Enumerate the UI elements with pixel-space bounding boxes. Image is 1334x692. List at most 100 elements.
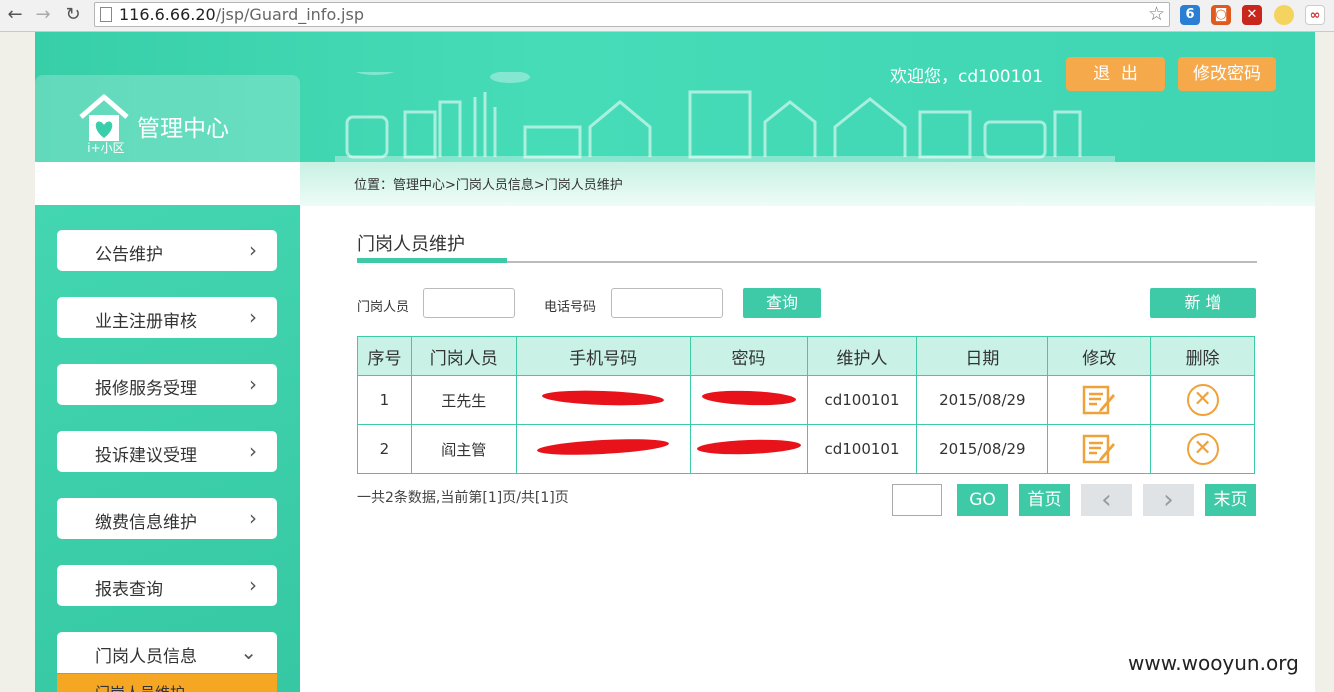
extension-icon-yellow[interactable] [1274,5,1294,25]
sidebar-item-label: 报表查询 [95,580,163,600]
address-bar[interactable]: 116.6.66.20/jsp/Guard_info.jsp ☆ [94,2,1170,27]
cell-phone-redacted [515,375,691,425]
redaction-mark [536,436,670,458]
logo-panel: i+小区 管理中心 欢迎进入海骏达·蜀都一号管理中心 [35,75,300,205]
cell-edit [1047,424,1152,474]
watermark-text: www.wooyun.org [1128,651,1299,675]
column-header-date: 日期 [916,336,1049,376]
cell-guard-name: 阎主管 [410,424,517,474]
cell-password-redacted [689,424,808,474]
welcome-user-text: 欢迎您，cd100101 [890,67,1044,87]
next-page-button[interactable]: › [1143,484,1194,516]
cell-delete: ✕ [1150,424,1255,474]
guard-field-label: 门岗人员 [357,300,410,315]
delete-icon[interactable]: ✕ [1186,433,1219,465]
column-header-phone: 手机号码 [515,336,691,376]
sidebar-item-complaints[interactable]: 投诉建议受理 › [57,431,277,472]
cell-maintainer: cd100101 [806,375,918,425]
url-host: 116.6.66.20 [119,5,216,24]
column-header-delete: 删除 [1150,336,1255,376]
extension-icon-orange[interactable]: ◙ [1211,5,1231,25]
phone-field-label: 电话号码 [544,300,597,315]
sidebar-subitem-guard-maintenance[interactable]: 门岗人员维护 [57,674,277,692]
sidebar-item-owner-review[interactable]: 业主注册审核 › [57,297,277,338]
cell-date: 2015/08/29 [916,424,1049,474]
table-row: 1 王先生 cd100101 2015/08/29 ✕ [357,375,1255,425]
breadcrumb: 位置：管理中心>门岗人员信息>门岗人员维护 [354,178,623,193]
forward-icon[interactable]: → [32,4,54,26]
cell-delete: ✕ [1150,375,1255,425]
sidebar-item-label: 业主注册审核 [95,312,197,332]
sidebar: 公告维护 › 业主注册审核 › 报修服务受理 › 投诉建议受理 › 缴费信息维护… [35,205,300,692]
cell-edit [1047,375,1152,425]
column-header-index: 序号 [357,336,412,376]
cell-date: 2015/08/29 [916,375,1049,425]
sidebar-item-label: 缴费信息维护 [95,513,197,533]
redaction-mark [696,438,801,456]
edit-icon[interactable] [1082,434,1116,464]
cell-maintainer: cd100101 [806,424,918,474]
guard-name-input[interactable] [423,288,515,318]
extension-icon-pin[interactable]: ∞ [1305,5,1325,25]
change-password-button[interactable]: 修改密码 [1178,57,1276,91]
sidebar-item-label: 投诉建议受理 [95,446,197,466]
sidebar-item-repairs[interactable]: 报修服务受理 › [57,364,277,405]
app-window: i+小区 管理中心 欢迎进入海骏达·蜀都一号管理中心 欢迎您，cd100101 … [35,32,1315,692]
title-accent [357,258,507,263]
prev-page-button[interactable]: ‹ [1081,484,1132,516]
logo-subtitle: i+小区 [87,141,125,155]
chevron-down-icon: ⌄ [240,640,257,664]
back-icon[interactable]: ← [4,4,26,26]
column-header-edit: 修改 [1047,336,1152,376]
cell-index: 2 [357,424,412,474]
bookmark-star-icon[interactable]: ☆ [1148,3,1165,25]
cell-guard-name: 王先生 [410,375,517,425]
header: i+小区 管理中心 欢迎进入海骏达·蜀都一号管理中心 欢迎您，cd100101 … [35,32,1315,205]
extension-icon-red[interactable]: ✕ [1242,5,1262,25]
reload-icon[interactable]: ↻ [62,4,84,26]
sidebar-item-label: 门岗人员信息 [95,647,197,667]
redaction-mark [541,388,665,408]
chevron-right-icon: › [249,305,257,329]
delete-icon[interactable]: ✕ [1186,384,1219,416]
sidebar-item-announcements[interactable]: 公告维护 › [57,230,277,271]
sidebar-item-guard-info[interactable]: 门岗人员信息 ⌄ [57,632,277,673]
phone-input[interactable] [611,288,723,318]
redaction-mark [701,389,796,407]
sidebar-subitem-label: 门岗人员维护 [95,682,185,692]
logout-button[interactable]: 退 出 [1066,57,1165,91]
query-button[interactable]: 查询 [743,288,821,318]
chevron-right-icon: › [249,439,257,463]
url-path: /jsp/Guard_info.jsp [215,5,364,24]
sidebar-item-payments[interactable]: 缴费信息维护 › [57,498,277,539]
sidebar-item-label: 报修服务受理 [95,379,197,399]
chevron-right-icon: › [249,573,257,597]
breadcrumb-bar: 位置：管理中心>门岗人员信息>门岗人员维护 [300,162,1315,206]
browser-toolbar: ← → ↻ 116.6.66.20/jsp/Guard_info.jsp ☆ 6… [0,0,1334,32]
sidebar-item-label: 公告维护 [95,245,163,265]
guard-table: 序号 门岗人员 手机号码 密码 维护人 日期 修改 删除 1 王先生 cd100… [357,336,1255,474]
pagination-summary: 一共2条数据,当前第[1]页/共[1]页 [357,490,569,506]
scrollbar[interactable] [1315,32,1334,692]
chevron-right-icon: › [249,238,257,262]
cell-password-redacted [689,375,808,425]
column-header-guard: 门岗人员 [410,336,517,376]
go-button[interactable]: GO [957,484,1008,516]
column-header-maintainer: 维护人 [806,336,918,376]
sidebar-item-reports[interactable]: 报表查询 › [57,565,277,606]
add-button[interactable]: 新 增 [1150,288,1256,318]
extension-icon-blue[interactable]: 6 [1180,5,1200,25]
cell-index: 1 [357,375,412,425]
logo-title: 管理中心 [137,116,229,142]
first-page-button[interactable]: 首页 [1019,484,1070,516]
column-header-password: 密码 [689,336,808,376]
chevron-right-icon: › [249,506,257,530]
page-icon [100,7,112,22]
cell-phone-redacted [515,424,691,474]
table-header-row: 序号 门岗人员 手机号码 密码 维护人 日期 修改 删除 [357,336,1255,376]
table-row: 2 阎主管 cd100101 2015/08/29 ✕ [357,424,1255,474]
chevron-right-icon: › [249,372,257,396]
page-number-input[interactable] [892,484,942,516]
edit-icon[interactable] [1082,385,1116,415]
last-page-button[interactable]: 末页 [1205,484,1256,516]
